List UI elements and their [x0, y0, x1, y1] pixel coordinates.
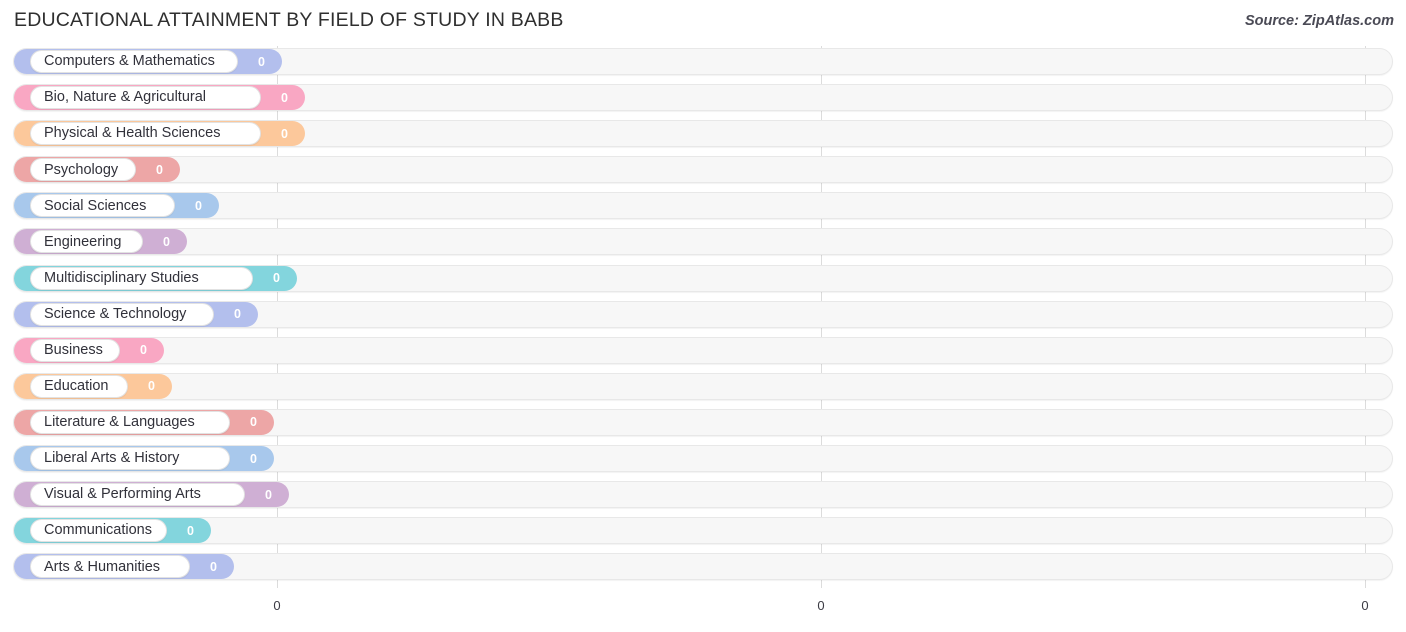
bar-label-chip: Engineering	[30, 230, 143, 254]
bar-value-label: 0	[265, 487, 272, 502]
x-axis: 0 0 0	[0, 596, 1406, 632]
bar-row: Business 0	[0, 333, 1406, 369]
bar-value-label: 0	[250, 451, 257, 466]
chart-header: EDUCATIONAL ATTAINMENT BY FIELD OF STUDY…	[0, 0, 1406, 44]
x-tick-label: 0	[1361, 598, 1369, 613]
x-tick-label: 0	[273, 598, 281, 613]
bar-track	[13, 228, 1393, 256]
bar-row: Computers & Mathematics 0	[0, 44, 1406, 80]
bar-value-label: 0	[156, 162, 163, 177]
bar-label-chip: Visual & Performing Arts	[30, 483, 245, 507]
bar-row: Bio, Nature & Agricultural 0	[0, 80, 1406, 116]
bar-rows: Computers & Mathematics 0 Bio, Nature & Ag…	[0, 44, 1406, 585]
bar-label-chip: Literature & Languages	[30, 410, 230, 434]
bar-track	[13, 517, 1393, 545]
bar-category-label: Communications	[44, 522, 152, 539]
bar-category-label: Multidisciplinary Studies	[44, 269, 199, 286]
bar-row: Literature & Languages 0	[0, 405, 1406, 441]
bar-row: Social Sciences 0	[0, 188, 1406, 224]
bar-category-label: Bio, Nature & Agricultural	[44, 89, 206, 106]
bar-row: Engineering 0	[0, 224, 1406, 260]
bar-label-chip: Bio, Nature & Agricultural	[30, 86, 261, 110]
bar-category-label: Education	[44, 378, 109, 395]
bar-label-chip: Liberal Arts & History	[30, 447, 230, 471]
bar-value-label: 0	[195, 198, 202, 213]
bar-category-label: Liberal Arts & History	[44, 450, 180, 467]
bar-category-label: Business	[44, 342, 103, 358]
bar-category-label: Arts & Humanities	[44, 558, 161, 575]
bar-category-label: Literature & Languages	[44, 414, 195, 431]
bar-row: Physical & Health Sciences 0	[0, 116, 1406, 152]
bar-value-label: 0	[234, 307, 241, 322]
bar-row: Education 0	[0, 369, 1406, 405]
plot-area: Computers & Mathematics 0 Bio, Nature & Ag…	[0, 44, 1406, 596]
bar-value-label: 0	[148, 379, 155, 394]
bar-label-chip: Physical & Health Sciences	[30, 122, 261, 146]
bar-value-label: 0	[250, 415, 257, 430]
bar-track	[13, 156, 1393, 184]
bar-label-chip: Communications	[30, 519, 167, 543]
bar-value-label: 0	[258, 54, 265, 69]
bar-category-label: Visual & Performing Arts	[44, 486, 201, 503]
bar-value-label: 0	[140, 343, 147, 358]
bar-row: Liberal Arts & History 0	[0, 441, 1406, 477]
bar-label-chip: Arts & Humanities	[30, 555, 190, 579]
bar-track	[13, 372, 1393, 400]
bar-label-chip: Computers & Mathematics	[30, 50, 238, 73]
bar-category-label: Computers & Mathematics	[44, 53, 215, 70]
bar-row: Multidisciplinary Studies 0	[0, 261, 1406, 297]
bar-category-label: Science & Technology	[44, 305, 187, 322]
bar-label-chip: Science & Technology	[30, 302, 214, 326]
bar-value-label: 0	[281, 90, 288, 105]
bar-label-chip: Education	[30, 374, 128, 398]
page-title: EDUCATIONAL ATTAINMENT BY FIELD OF STUDY…	[14, 9, 564, 31]
bar-value-label: 0	[163, 234, 170, 249]
bar-category-label: Physical & Health Sciences	[44, 125, 221, 142]
bar-value-label: 0	[281, 126, 288, 141]
source-attribution: Source: ZipAtlas.com	[1244, 13, 1394, 29]
bar-row: Science & Technology 0	[0, 297, 1406, 333]
bar-category-label: Engineering	[44, 233, 122, 250]
bar-label-chip: Multidisciplinary Studies	[30, 266, 253, 290]
bar-value-label: 0	[187, 523, 194, 538]
bar-track	[13, 192, 1393, 220]
bar-category-label: Social Sciences	[44, 197, 147, 214]
bar-label-chip: Business	[30, 338, 120, 362]
bar-row: Arts & Humanities 0	[0, 549, 1406, 585]
bar-row: Psychology 0	[0, 152, 1406, 188]
bar-value-label: 0	[210, 559, 217, 574]
bar-row: Visual & Performing Arts 0	[0, 477, 1406, 513]
bar-category-label: Psychology	[44, 161, 119, 178]
bar-track	[13, 336, 1393, 364]
bar-label-chip: Social Sciences	[30, 194, 175, 218]
bar-row: Communications 0	[0, 513, 1406, 549]
bar-label-chip: Psychology	[30, 158, 136, 182]
x-tick-label: 0	[817, 598, 825, 613]
bar-value-label: 0	[273, 271, 280, 286]
